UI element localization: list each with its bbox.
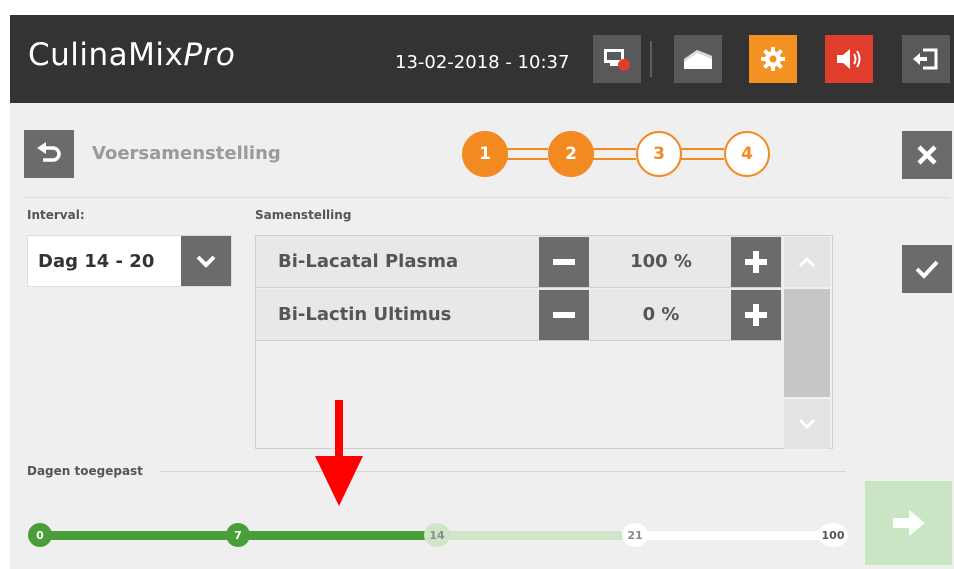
timeline-node[interactable]: 0 — [28, 523, 52, 547]
timeline-node[interactable]: 7 — [226, 523, 250, 547]
chevron-down-icon — [798, 418, 816, 430]
monitor-alert-button[interactable] — [593, 35, 641, 83]
chevron-down-icon — [196, 255, 216, 268]
ingredient-name: Bi-Lactin Ultimus — [278, 304, 452, 325]
interval-label: Interval: — [27, 208, 85, 222]
speaker-icon — [837, 49, 861, 69]
app-title-italic: Pro — [183, 37, 236, 73]
next-button[interactable] — [865, 481, 952, 565]
decrease-button[interactable] — [539, 290, 589, 340]
composition-row: Bi-Lactin Ultimus 0 % — [256, 289, 782, 341]
checkmark-icon — [915, 260, 939, 279]
wizard-steps: 1 2 3 4 — [462, 131, 790, 179]
step-connector — [592, 148, 636, 160]
timeline-future-bar — [636, 531, 832, 540]
timeline-node-label: 14 — [429, 528, 445, 542]
confirm-button[interactable] — [902, 245, 952, 293]
sound-button[interactable] — [825, 35, 873, 83]
timeline-node[interactable]: 14 — [424, 523, 450, 547]
back-button[interactable] — [24, 130, 74, 178]
datetime: 13-02-2018 - 10:37 — [395, 52, 570, 73]
increase-button[interactable] — [731, 290, 781, 340]
ingredient-percent: 0 % — [642, 304, 680, 325]
timeline-node-label: 7 — [234, 528, 242, 542]
monitor-alert-icon — [604, 49, 630, 71]
wizard-step-4-label: 4 — [741, 144, 753, 164]
screen: CulinaMixPro 13-02-2018 - 10:37 Voersame… — [10, 15, 954, 569]
wizard-step-2: 2 — [548, 131, 594, 177]
timeline-current-bar — [436, 531, 636, 540]
increase-button[interactable] — [731, 237, 781, 287]
wizard-step-1-label: 1 — [479, 144, 491, 164]
interval-value: Dag 14 - 20 — [38, 251, 155, 272]
timeline-node[interactable]: 21 — [622, 523, 648, 547]
wizard-step-3-label: 3 — [653, 144, 665, 164]
arrow-right-icon — [892, 510, 925, 536]
back-arrow-icon — [37, 142, 61, 162]
gear-icon — [761, 47, 785, 71]
ingredient-percent: 100 % — [630, 251, 692, 272]
timeline-node-label: 100 — [821, 528, 845, 542]
app-header: CulinaMixPro 13-02-2018 - 10:37 — [10, 15, 954, 103]
plus-icon — [745, 251, 767, 273]
minus-icon — [553, 312, 575, 318]
barn-icon — [684, 50, 712, 69]
plus-icon — [745, 304, 767, 326]
settings-button[interactable] — [749, 35, 797, 83]
interval-dropdown[interactable]: Dag 14 - 20 — [27, 235, 232, 287]
red-arrow-indicator — [315, 400, 363, 506]
days-applied-label: Dagen toegepast — [27, 464, 143, 478]
logout-icon — [913, 48, 938, 70]
barn-button[interactable] — [674, 35, 722, 83]
logout-button[interactable] — [902, 35, 950, 83]
header-separator — [650, 41, 652, 77]
step-connector — [680, 148, 724, 160]
wizard-step-1: 1 — [462, 131, 508, 177]
close-icon — [917, 145, 937, 165]
close-button[interactable] — [902, 131, 952, 179]
composition-row: Bi-Lacatal Plasma 100 % — [256, 236, 782, 288]
minus-icon — [553, 259, 575, 265]
chevron-up-icon — [798, 256, 816, 268]
step-connector — [506, 148, 548, 160]
divider — [24, 197, 950, 198]
wizard-step-3: 3 — [636, 131, 682, 177]
interval-dropdown-button[interactable] — [181, 236, 231, 286]
ingredient-name: Bi-Lacatal Plasma — [278, 251, 459, 272]
app-title: CulinaMixPro — [28, 37, 235, 73]
wizard-title: Voersamenstelling — [92, 143, 281, 164]
wizard-step-2-label: 2 — [565, 144, 577, 164]
composition-label: Samenstelling — [255, 208, 352, 222]
scroll-up-button[interactable] — [784, 237, 830, 287]
app-title-main: CulinaMix — [28, 37, 184, 73]
decrease-button[interactable] — [539, 237, 589, 287]
days-timeline: 0 7 14 21 100 — [24, 517, 848, 557]
wizard-step-4: 4 — [724, 131, 770, 177]
scrollbar-thumb[interactable] — [784, 289, 830, 397]
timeline-node-label: 0 — [36, 528, 44, 542]
timeline-node[interactable]: 100 — [818, 523, 848, 547]
divider — [160, 471, 846, 472]
scroll-down-button[interactable] — [784, 399, 830, 449]
timeline-node-label: 21 — [627, 528, 643, 542]
